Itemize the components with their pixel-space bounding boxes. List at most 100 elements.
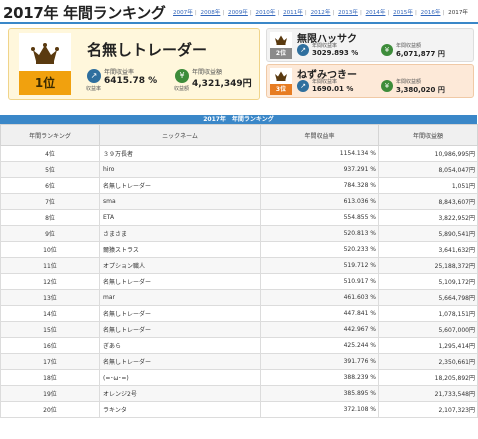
row-nickname[interactable]: ３９万長者 bbox=[99, 145, 261, 162]
table-row[interactable]: 19位 オレンジ2号 385.895 % 21,733,548円 bbox=[0, 385, 478, 402]
table-row[interactable]: 10位 爾猿ストラス 520.233 % 3,641,632円 bbox=[0, 241, 478, 258]
second-rate-value: 3029.893 % bbox=[312, 49, 359, 57]
row-amount: 8,054,047円 bbox=[378, 161, 478, 178]
row-amount: 5,607,000円 bbox=[378, 321, 478, 338]
row-nickname[interactable]: 名無しトレーダー bbox=[99, 305, 261, 322]
row-nickname[interactable]: 名無しトレーダー bbox=[99, 321, 261, 338]
year-link-2014[interactable]: 2014年 bbox=[366, 10, 386, 16]
third-rate-value: 1690.01 % bbox=[312, 85, 354, 93]
rate-icon: ↗ bbox=[297, 44, 309, 56]
table-row[interactable]: 7位 sma 613.036 % 8,843,607円 bbox=[0, 193, 478, 210]
rank-badge-gold: 1位 bbox=[19, 33, 71, 95]
year-link-2012[interactable]: 2012年 bbox=[311, 10, 331, 16]
rate-icon: ↗ bbox=[297, 80, 309, 92]
row-rank: 19位 bbox=[0, 385, 100, 402]
row-rate: 519.712 % bbox=[260, 257, 379, 274]
row-nickname[interactable]: (=･ω･=) bbox=[99, 369, 261, 386]
row-rank: 14位 bbox=[0, 305, 100, 322]
row-amount: 2,107,323円 bbox=[378, 401, 478, 418]
first-place-name[interactable]: 名無しトレーダー bbox=[87, 39, 207, 60]
row-nickname[interactable]: ぎあら bbox=[99, 337, 261, 354]
first-place-card[interactable]: 1位 名無しトレーダー ↗ 収益率 年間収益率 6415.78 % ¥ 収益額 … bbox=[8, 28, 260, 100]
row-rank: 18位 bbox=[0, 369, 100, 386]
rank-badge-silver: 2位 bbox=[270, 32, 292, 59]
column-header-rate[interactable]: 年間収益率 bbox=[260, 124, 379, 146]
rank-label: 2位 bbox=[270, 48, 292, 59]
first-amount-caption: 年間収益額 bbox=[192, 69, 223, 76]
table-row[interactable]: 20位 ラキンタ 372.108 % 2,107,323円 bbox=[0, 401, 478, 418]
row-rank: 12位 bbox=[0, 273, 100, 290]
third-place-card[interactable]: 3位 ねずみつきー ↗ 年間収益率 1690.01 % ¥ 年間収益額 3,38… bbox=[266, 64, 474, 98]
table-row[interactable]: 17位 名無しトレーダー 391.776 % 2,350,661円 bbox=[0, 353, 478, 370]
row-rate: 425.244 % bbox=[260, 337, 379, 354]
table-row[interactable]: 5位 hiro 937.291 % 8,054,047円 bbox=[0, 161, 478, 178]
row-amount: 1,295,414円 bbox=[378, 337, 478, 354]
row-rate: 937.291 % bbox=[260, 161, 379, 178]
row-nickname[interactable]: ラキンタ bbox=[99, 401, 261, 418]
crown-icon bbox=[275, 71, 287, 81]
table-row[interactable]: 16位 ぎあら 425.244 % 1,295,414円 bbox=[0, 337, 478, 354]
table-row[interactable]: 4位 ３９万長者 1154.134 % 10,986,995円 bbox=[0, 145, 478, 162]
row-nickname[interactable]: ETA bbox=[99, 209, 261, 226]
row-rank: 15位 bbox=[0, 321, 100, 338]
row-rank: 10位 bbox=[0, 241, 100, 258]
row-nickname[interactable]: sma bbox=[99, 193, 261, 210]
table-row[interactable]: 8位 ETA 554.855 % 3,822,952円 bbox=[0, 209, 478, 226]
year-link-2009[interactable]: 2009年 bbox=[228, 10, 248, 16]
row-rate: 1154.134 % bbox=[260, 145, 379, 162]
yearly-ranking-table: 2017年 年間ランキング 年間ランキング ニックネーム 年間収益率 年間収益額… bbox=[0, 115, 478, 418]
first-rate-value: 6415.78 % bbox=[104, 76, 158, 86]
table-header-row: 年間ランキング ニックネーム 年間収益率 年間収益額 bbox=[0, 124, 478, 146]
rate-icon: ↗ bbox=[87, 69, 101, 83]
row-rate: 784.328 % bbox=[260, 177, 379, 194]
table-row[interactable]: 15位 名無しトレーダー 442.967 % 5,607,000円 bbox=[0, 321, 478, 338]
table-row[interactable]: 11位 オプション職人 519.712 % 25,188,372円 bbox=[0, 257, 478, 274]
row-amount: 3,641,632円 bbox=[378, 241, 478, 258]
row-rate: 442.967 % bbox=[260, 321, 379, 338]
row-nickname[interactable]: オレンジ2号 bbox=[99, 385, 261, 402]
third-amount-value: 3,380,020 円 bbox=[396, 86, 445, 94]
row-nickname[interactable]: 爾猿ストラス bbox=[99, 241, 261, 258]
column-header-amount[interactable]: 年間収益額 bbox=[378, 124, 478, 146]
year-link-2013[interactable]: 2013年 bbox=[338, 10, 358, 16]
row-rate: 554.855 % bbox=[260, 209, 379, 226]
row-rate: 520.233 % bbox=[260, 241, 379, 258]
year-link-2015[interactable]: 2015年 bbox=[393, 10, 413, 16]
table-row[interactable]: 6位 名無しトレーダー 784.328 % 1,051円 bbox=[0, 177, 478, 194]
row-rank: 7位 bbox=[0, 193, 100, 210]
row-rate: 461.603 % bbox=[260, 289, 379, 306]
row-nickname[interactable]: hiro bbox=[99, 161, 261, 178]
table-row[interactable]: 12位 名無しトレーダー 510.917 % 5,109,172円 bbox=[0, 273, 478, 290]
row-amount: 2,350,661円 bbox=[378, 353, 478, 370]
row-amount: 5,109,172円 bbox=[378, 273, 478, 290]
row-nickname[interactable]: さまさま bbox=[99, 225, 261, 242]
row-rate: 388.239 % bbox=[260, 369, 379, 386]
row-rate: 391.776 % bbox=[260, 353, 379, 370]
table-row[interactable]: 14位 名無しトレーダー 447.841 % 1,078,151円 bbox=[0, 305, 478, 322]
table-row[interactable]: 13位 mar 461.603 % 5,664,798円 bbox=[0, 289, 478, 306]
row-amount: 8,843,607円 bbox=[378, 193, 478, 210]
column-header-rank[interactable]: 年間ランキング bbox=[0, 124, 100, 146]
row-amount: 1,078,151円 bbox=[378, 305, 478, 322]
year-link-2011[interactable]: 2011年 bbox=[283, 10, 303, 16]
row-nickname[interactable]: 名無しトレーダー bbox=[99, 177, 261, 194]
row-amount: 25,188,372円 bbox=[378, 257, 478, 274]
year-link-2010[interactable]: 2010年 bbox=[256, 10, 276, 16]
column-header-nickname[interactable]: ニックネーム bbox=[99, 124, 261, 146]
row-rank: 17位 bbox=[0, 353, 100, 370]
year-link-2016[interactable]: 2016年 bbox=[421, 10, 441, 16]
row-nickname[interactable]: 名無しトレーダー bbox=[99, 273, 261, 290]
row-nickname[interactable]: 名無しトレーダー bbox=[99, 353, 261, 370]
third-amount-caption: 年間収益額 bbox=[396, 79, 422, 85]
table-row[interactable]: 18位 (=･ω･=) 388.239 % 18,205,892円 bbox=[0, 369, 478, 386]
row-rate: 613.036 % bbox=[260, 193, 379, 210]
row-rank: 9位 bbox=[0, 225, 100, 242]
table-row[interactable]: 9位 さまさま 520.813 % 5,890,541円 bbox=[0, 225, 478, 242]
row-nickname[interactable]: mar bbox=[99, 289, 261, 306]
row-rate: 385.895 % bbox=[260, 385, 379, 402]
year-link-2007[interactable]: 2007年 bbox=[173, 10, 193, 16]
second-place-card[interactable]: 2位 無限ハッサク ↗ 年間収益率 3029.893 % ¥ 年間収益額 6,0… bbox=[266, 28, 474, 62]
year-link-2008[interactable]: 2008年 bbox=[201, 10, 221, 16]
row-nickname[interactable]: オプション職人 bbox=[99, 257, 261, 274]
row-amount: 3,822,952円 bbox=[378, 209, 478, 226]
